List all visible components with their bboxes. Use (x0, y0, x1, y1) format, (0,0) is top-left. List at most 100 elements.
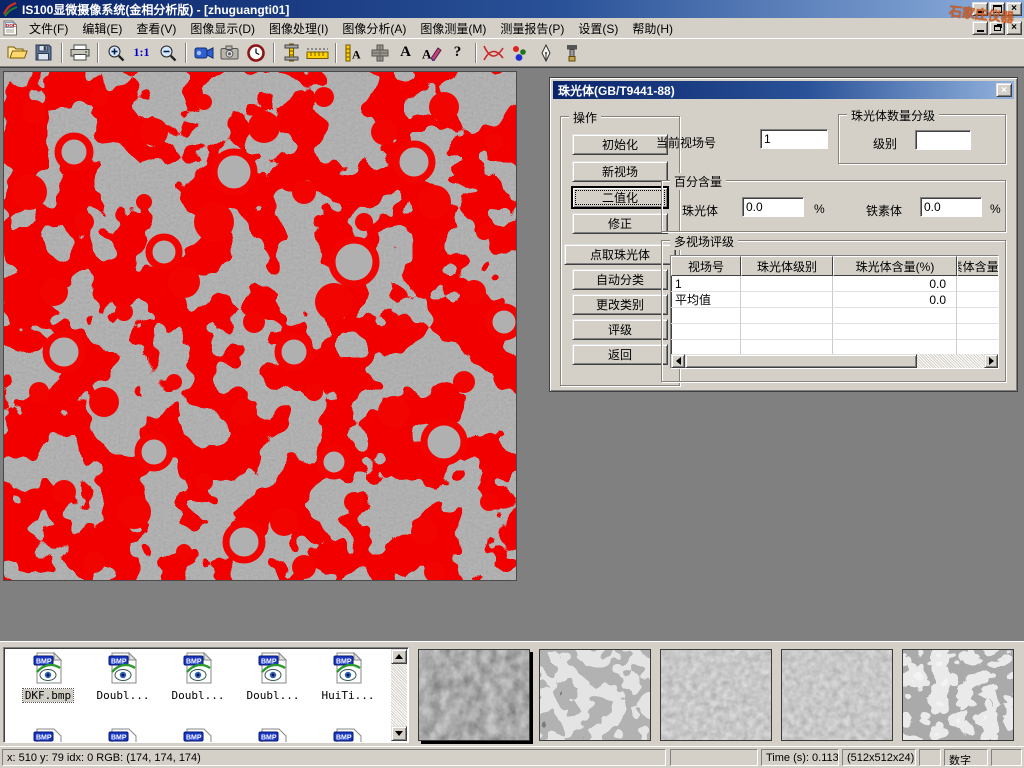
col-pearlite-grade: 珠光体级别 (741, 256, 833, 276)
file-name[interactable]: Doubl... (95, 689, 152, 702)
brush-icon (565, 44, 579, 62)
pen-tool-button[interactable] (533, 41, 558, 65)
cursor-coordinates: x: 510 y: 79 idx: 0 RGB: (174, 174, 174) (2, 749, 666, 766)
correct-button[interactable]: 修正 (572, 213, 668, 234)
status-time: Time (s): 0.113 (761, 749, 839, 766)
file-name[interactable]: Doubl... (245, 689, 302, 702)
col-field-no: 视场号 (671, 256, 741, 276)
menu-item-settings[interactable]: 设置(S) (571, 18, 625, 39)
color-dots-icon (511, 44, 529, 62)
cell (671, 324, 741, 340)
cell: 1 (671, 276, 741, 292)
ferrite-label: 铁素体 (866, 202, 902, 219)
annotate-tool-button[interactable]: A (419, 41, 444, 65)
mdi-minimize-button[interactable] (972, 21, 988, 35)
measure-label-button[interactable]: A (341, 41, 366, 65)
save-button[interactable] (31, 41, 56, 65)
help-icon: ? (454, 44, 462, 61)
thumbnail-4[interactable] (781, 649, 893, 741)
file-name[interactable]: Doubl... (170, 689, 227, 702)
file-item[interactable]: BMP Doubl... (87, 652, 159, 702)
menu-item-image-measure[interactable]: 图像测量(M) (413, 18, 493, 39)
grid-tool-button[interactable] (367, 41, 392, 65)
file-name[interactable]: DKF.bmp (23, 689, 73, 702)
text-tool-button[interactable]: A (393, 41, 418, 65)
file-name[interactable]: HuiTi... (320, 689, 377, 702)
file-list[interactable]: BMP DKF.bmp BMP Doubl... BMP Doubl... BM… (3, 647, 409, 743)
thumbnail-5[interactable] (902, 649, 1014, 741)
pen-nib-icon (540, 44, 552, 62)
file-item[interactable]: BMP (237, 728, 309, 743)
pick-pearlite-button[interactable]: 点取珠光体 (564, 244, 676, 265)
caliper-tool-button[interactable] (279, 41, 304, 65)
close-button[interactable]: × (1006, 2, 1022, 16)
file-item[interactable]: BMP (162, 728, 234, 743)
brush-tool-button[interactable] (559, 41, 584, 65)
mdi-close-button[interactable]: × (1006, 21, 1022, 35)
scroll-left-button[interactable] (671, 354, 685, 368)
scroll-thumb[interactable] (685, 354, 917, 368)
binarize-button[interactable]: 二值化 (572, 187, 668, 208)
timer-button[interactable] (243, 41, 268, 65)
grade-input[interactable] (915, 130, 971, 150)
video-capture-button[interactable] (191, 41, 216, 65)
ruler-tool-button[interactable] (305, 41, 330, 65)
menu-item-help[interactable]: 帮助(H) (625, 18, 680, 39)
curve-tool-button[interactable] (481, 41, 506, 65)
help-button[interactable]: ? (445, 41, 470, 65)
pearlite-input[interactable]: 0.0 (742, 197, 804, 217)
file-item[interactable]: BMP DKF.bmp (12, 652, 84, 702)
table-row[interactable] (671, 324, 998, 340)
thumbnail-3[interactable] (660, 649, 772, 741)
menu-item-view[interactable]: 查看(V) (129, 18, 183, 39)
phase-mark-button[interactable] (507, 41, 532, 65)
menu-item-image-display[interactable]: 图像显示(D) (183, 18, 262, 39)
menu-item-image-analysis[interactable]: 图像分析(A) (335, 18, 413, 39)
ferrite-input[interactable]: 0.0 (920, 197, 982, 217)
menu-item-edit[interactable]: 编辑(E) (75, 18, 129, 39)
scroll-down-button[interactable] (391, 726, 407, 741)
zoom-in-button[interactable] (103, 41, 128, 65)
file-item[interactable]: BMP Doubl... (162, 652, 234, 702)
return-button[interactable]: 返回 (572, 344, 668, 365)
thumbnail-2[interactable] (539, 649, 651, 741)
maximize-button[interactable] (989, 2, 1005, 16)
table-horizontal-scrollbar[interactable] (671, 354, 998, 368)
change-class-button[interactable]: 更改类别 (572, 294, 668, 315)
table-row[interactable] (671, 308, 998, 324)
file-list-scrollbar[interactable] (391, 649, 407, 741)
dialog-title-bar[interactable]: 珠光体(GB/T9441-88) × (553, 81, 1014, 99)
camera-capture-button[interactable] (217, 41, 242, 65)
metallograph-image[interactable] (3, 71, 517, 581)
auto-classify-button[interactable]: 自动分类 (572, 269, 668, 290)
dialog-close-button[interactable]: × (996, 83, 1012, 97)
table-row[interactable]: 1 0.0 (671, 276, 998, 292)
menu-item-measure-report[interactable]: 测量报告(P) (493, 18, 571, 39)
grade-button[interactable]: 评级 (572, 319, 668, 340)
file-item[interactable]: BMP (12, 728, 84, 743)
zoom-out-button[interactable] (155, 41, 180, 65)
scroll-up-button[interactable] (391, 649, 407, 664)
init-button[interactable]: 初始化 (572, 134, 668, 155)
actual-size-button[interactable]: 1:1 (129, 41, 154, 65)
video-camera-icon (194, 46, 214, 60)
open-file-button[interactable] (5, 41, 30, 65)
cell (741, 324, 833, 340)
menu-item-file[interactable]: 文件(F) (22, 18, 75, 39)
print-button[interactable] (67, 41, 92, 65)
file-item[interactable]: BMP HuiTi... (312, 652, 384, 702)
col-ferrite-content: 铁素体含量(%) (957, 256, 998, 276)
cell: 平均值 (671, 292, 741, 308)
mdi-restore-button[interactable] (989, 21, 1005, 35)
thumbnail-1[interactable] (418, 649, 530, 741)
scroll-right-button[interactable] (984, 354, 998, 368)
current-field-input[interactable]: 1 (760, 129, 828, 149)
file-item[interactable]: BMP (312, 728, 384, 743)
minimize-button[interactable] (972, 2, 988, 16)
table-row[interactable]: 平均值 0.0 (671, 292, 998, 308)
file-item[interactable]: BMP Doubl... (237, 652, 309, 702)
rating-table[interactable]: 视场号 珠光体级别 珠光体含量(%) 铁素体含量(%) 1 0.0 平均值 0.… (670, 255, 999, 369)
menu-item-image-process[interactable]: 图像处理(I) (262, 18, 335, 39)
file-item[interactable]: BMP (87, 728, 159, 743)
new-field-button[interactable]: 新视场 (572, 161, 668, 182)
